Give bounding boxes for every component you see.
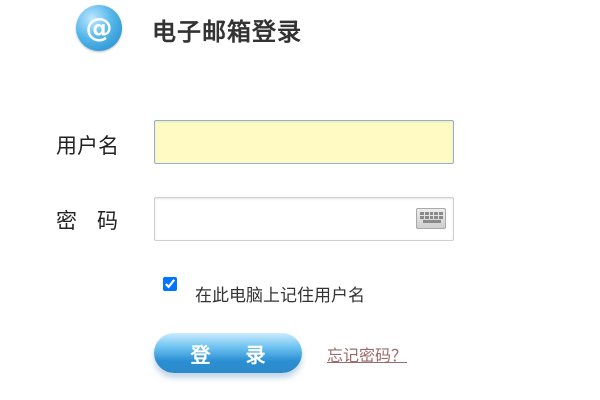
forgot-password-link[interactable]: 忘记密码？ — [327, 342, 407, 366]
email-at-icon: @ — [76, 5, 122, 51]
at-glyph: @ — [85, 12, 113, 44]
header: @ — [76, 2, 122, 54]
keyboard-row — [420, 216, 443, 219]
remember-checkbox[interactable] — [163, 277, 177, 291]
username-label: 用户名 — [56, 134, 119, 158]
login-button[interactable]: 登 录 — [154, 333, 302, 373]
keyboard-row — [420, 212, 443, 215]
page-title: 电子邮箱登录 — [152, 18, 302, 46]
keyboard-icon[interactable] — [416, 208, 446, 229]
keyboard-row — [420, 220, 443, 223]
password-label: 密码 — [56, 205, 118, 235]
username-input[interactable] — [154, 120, 454, 164]
password-label-part-1: 密 — [56, 209, 77, 233]
password-label-part-2: 码 — [97, 209, 118, 233]
remember-label: 在此电脑上记住用户名 — [195, 286, 365, 306]
remember-checkbox-wrapper[interactable] — [163, 277, 177, 291]
password-input[interactable] — [154, 197, 454, 241]
